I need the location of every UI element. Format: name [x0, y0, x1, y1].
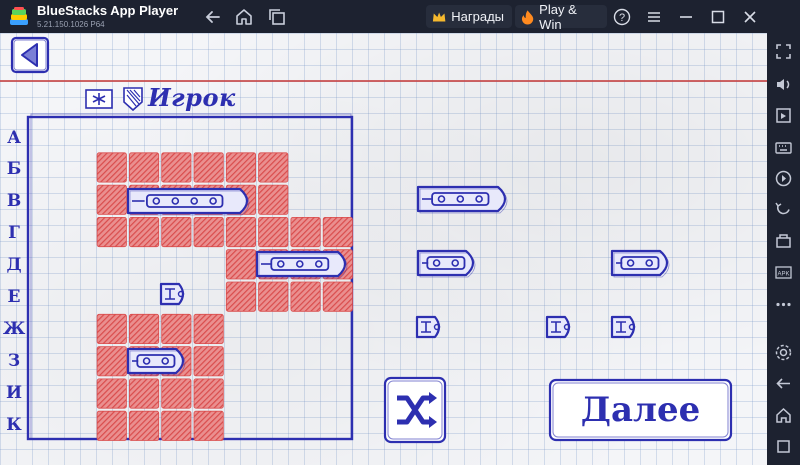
- flame-icon: [521, 9, 534, 25]
- blocked-cell: [161, 152, 192, 183]
- fleet-ship-2-deck[interactable]: [610, 249, 670, 278]
- ship-2-deck[interactable]: [126, 347, 186, 376]
- bluestacks-logo-icon: [10, 7, 28, 25]
- multi-instance-icon[interactable]: [267, 7, 287, 27]
- next-button[interactable]: Далее: [548, 378, 733, 442]
- record-icon[interactable]: [774, 169, 793, 188]
- home-nav-icon[interactable]: [774, 406, 793, 425]
- blocked-cell: [193, 410, 224, 441]
- settings-icon[interactable]: [774, 343, 793, 362]
- play-win-label: Play & Win: [539, 1, 577, 32]
- more-icon[interactable]: [774, 295, 793, 314]
- blocked-cell: [322, 281, 353, 312]
- back-icon[interactable]: [774, 374, 793, 393]
- help-icon[interactable]: ?: [613, 8, 631, 26]
- rewards-button[interactable]: Награды: [426, 5, 512, 28]
- maximize-icon[interactable]: [709, 8, 727, 26]
- blocked-cell: [96, 378, 127, 409]
- blocked-cell: [193, 216, 224, 248]
- blocked-cell: [225, 152, 257, 183]
- fleet-ship-2-deck[interactable]: [416, 249, 476, 278]
- fullscreen-icon[interactable]: [774, 42, 793, 61]
- app-version: 5.21.150.1026 P64: [37, 20, 105, 29]
- blocked-cell: [258, 281, 289, 312]
- blocked-cell: [96, 313, 127, 344]
- blocked-cell: [258, 184, 289, 215]
- play-win-button[interactable]: Play & Win: [515, 2, 607, 32]
- blocked-cell: [193, 313, 224, 344]
- blocked-cell: [128, 152, 160, 183]
- svg-text:APK: APK: [777, 272, 789, 278]
- install-apk-icon[interactable]: APK: [774, 263, 793, 282]
- ship-4-deck[interactable]: [126, 187, 250, 216]
- fleet-ship-1-deck[interactable]: [415, 315, 441, 339]
- blocked-cell: [193, 378, 224, 409]
- blocked-cell: [128, 313, 160, 344]
- apk-manager-icon[interactable]: [774, 232, 793, 251]
- blocked-cell: [258, 216, 289, 248]
- fleet-ship-3-deck[interactable]: [416, 185, 508, 214]
- blocked-cell: [96, 410, 127, 441]
- ship-3-deck[interactable]: [255, 250, 348, 279]
- blocked-cell: [258, 152, 289, 183]
- blocked-cell: [193, 152, 224, 183]
- blocked-cell: [290, 281, 321, 312]
- blocked-cell: [290, 216, 321, 248]
- back-arrow-icon[interactable]: [203, 7, 223, 27]
- game-canvas: Игрок АБВГДЕЖЗИК Далее: [0, 33, 767, 465]
- ship-1-deck[interactable]: [159, 282, 185, 306]
- blocked-cell: [161, 378, 192, 409]
- blocked-cell: [161, 410, 192, 441]
- blocked-cell: [128, 378, 160, 409]
- app-title: BlueStacks App Player: [37, 3, 179, 18]
- volume-icon[interactable]: [774, 75, 793, 94]
- svg-text:?: ?: [619, 12, 625, 24]
- title-bar: BlueStacks App Player 5.21.150.1026 P64 …: [0, 0, 800, 33]
- blocked-cell: [225, 249, 257, 280]
- blocked-cell: [96, 346, 127, 377]
- blocked-cell: [96, 184, 127, 215]
- blocked-cell: [225, 216, 257, 248]
- screenshot-toggle-icon[interactable]: [774, 106, 793, 125]
- blocked-cell: [193, 346, 224, 377]
- blocked-cell: [161, 313, 192, 344]
- keyboard-icon[interactable]: [774, 138, 793, 157]
- recents-icon[interactable]: [774, 437, 793, 456]
- blocked-cell: [96, 152, 127, 183]
- fleet-ship-1-deck[interactable]: [545, 315, 571, 339]
- fleet-ship-1-deck[interactable]: [610, 315, 636, 339]
- blocked-cell: [128, 216, 160, 248]
- menu-icon[interactable]: [645, 8, 663, 26]
- blocked-cell: [225, 281, 257, 312]
- right-sidebar: APK: [767, 33, 800, 465]
- blocked-cell: [161, 216, 192, 248]
- blocked-cell: [322, 216, 353, 248]
- rewards-label: Награды: [451, 9, 504, 24]
- home-icon[interactable]: [234, 7, 254, 27]
- close-icon[interactable]: [741, 8, 759, 26]
- blocked-cell: [128, 410, 160, 441]
- rotate-icon[interactable]: [774, 200, 793, 219]
- minimize-icon[interactable]: [677, 8, 695, 26]
- blocked-cell: [96, 216, 127, 248]
- crown-icon: [432, 12, 446, 21]
- shuffle-button[interactable]: [383, 376, 447, 444]
